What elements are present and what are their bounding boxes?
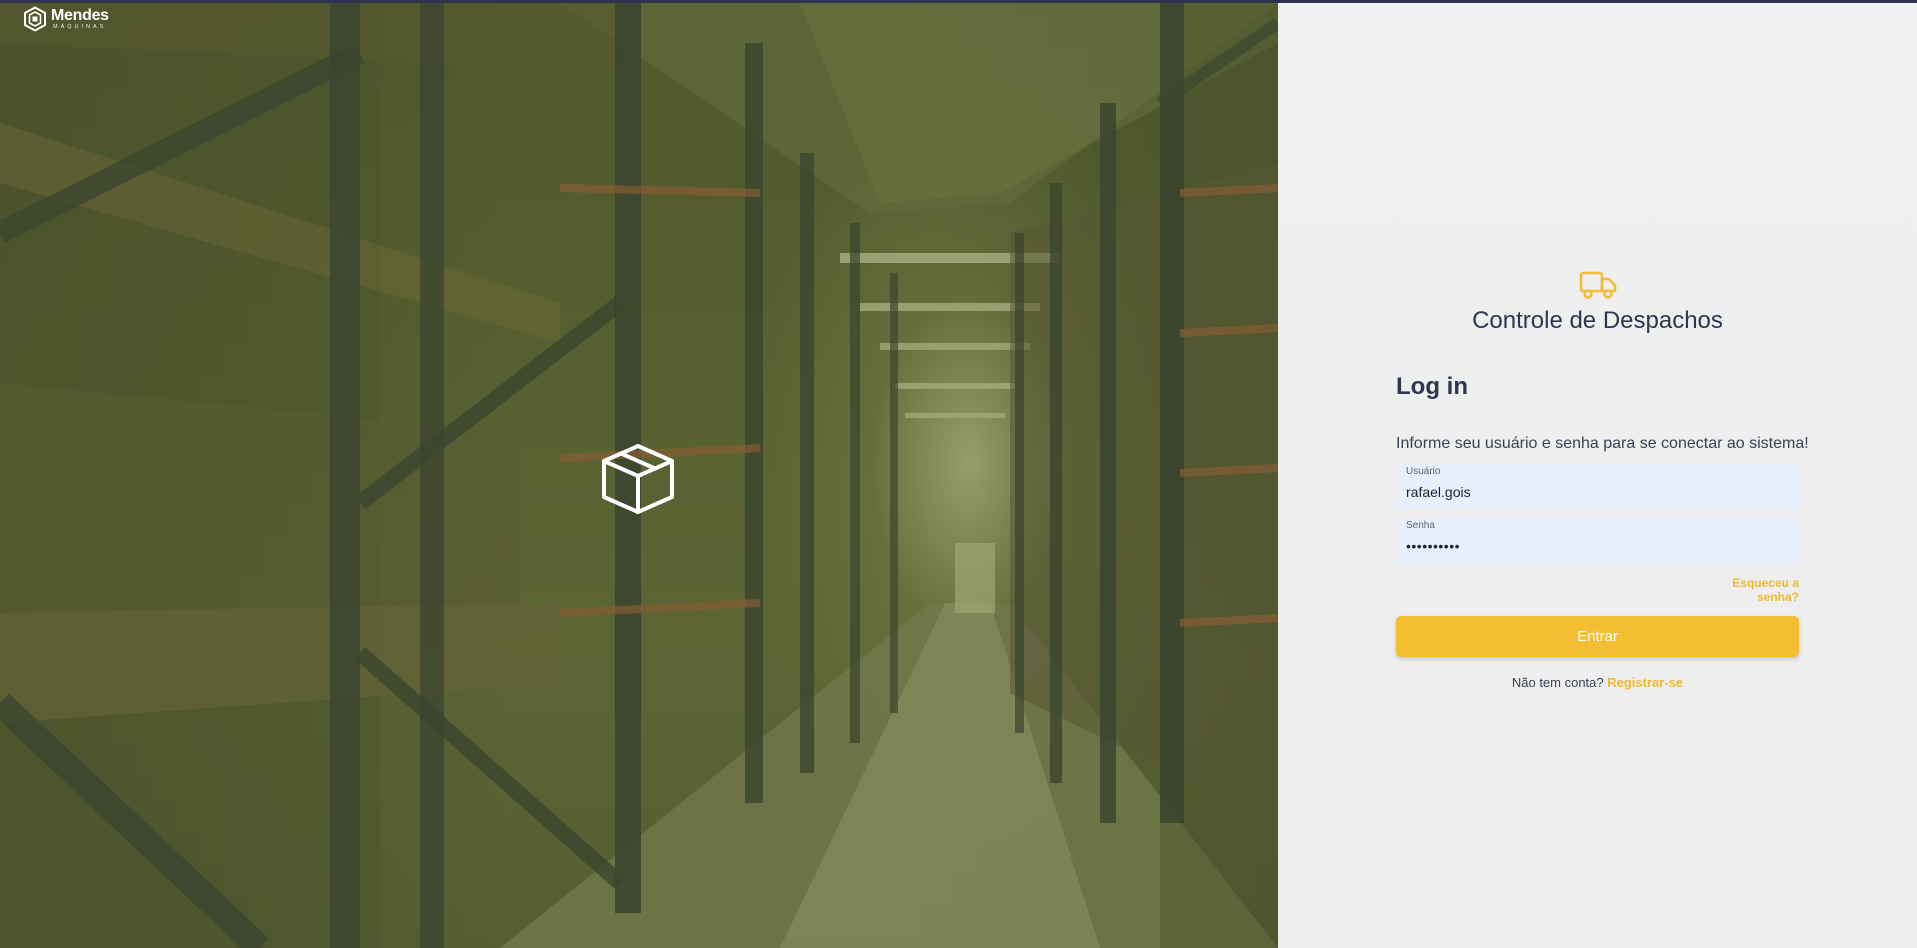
password-label: Senha [1406,520,1435,531]
username-input[interactable] [1406,482,1786,502]
brand-logo: Mendes MÁQUINAS [22,6,109,32]
login-heading: Log in [1396,373,1468,400]
truck-icon [1579,271,1617,299]
password-field[interactable]: Senha [1396,518,1799,564]
forgot-password-link[interactable]: Esqueceu a senha? [1692,576,1799,604]
login-instruction: Informe seu usuário e senha para se cone… [1396,435,1809,452]
password-input[interactable] [1406,536,1786,556]
brand-name: Mendes [51,6,109,24]
box-icon [602,444,674,514]
register-link[interactable]: Registrar-se [1607,675,1683,690]
login-page: Mendes MÁQUINAS Controle de Despachos Lo… [0,0,1917,948]
username-field[interactable]: Usuário [1396,464,1799,510]
username-label: Usuário [1406,466,1441,477]
login-button[interactable]: Entrar [1396,616,1799,657]
hero-warehouse-image: Mendes MÁQUINAS [0,3,1278,948]
brand-subtitle: MÁQUINAS [53,23,107,30]
app-title: Controle de Despachos [1472,307,1723,334]
mendes-logo-icon [24,6,46,32]
register-prompt: Não tem conta? Registrar-se [1278,675,1917,690]
register-prompt-text: Não tem conta? [1511,675,1608,690]
